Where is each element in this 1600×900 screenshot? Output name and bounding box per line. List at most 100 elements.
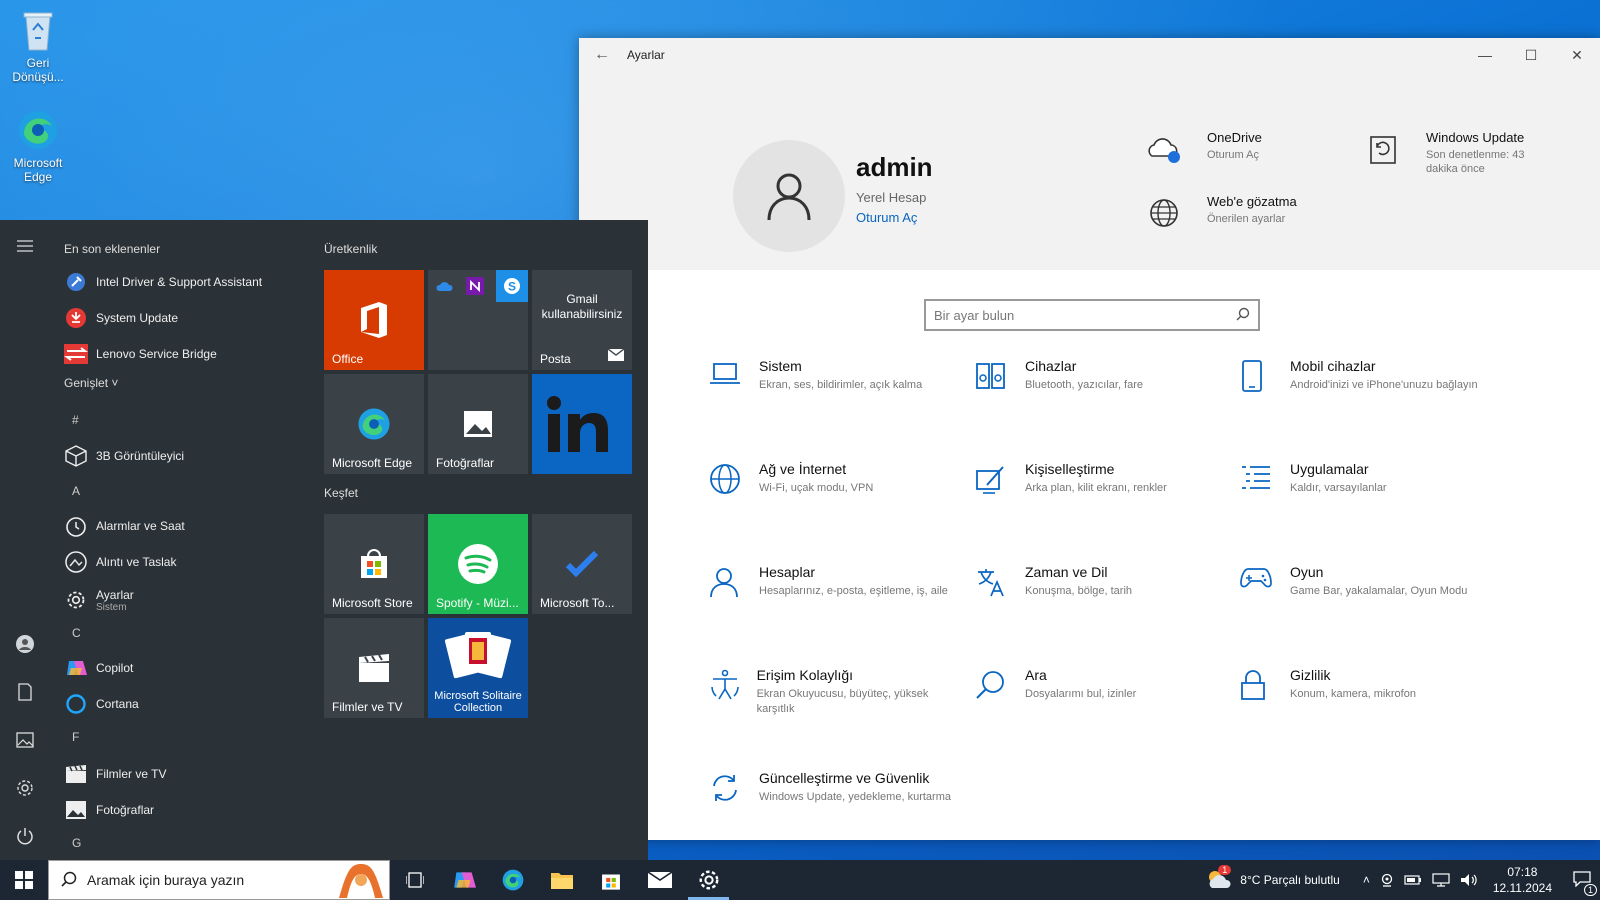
clock-date: 12.11.2024 <box>1492 881 1552 895</box>
clock[interactable]: 07:18 12.11.2024 <box>1493 864 1552 896</box>
task-view-button[interactable] <box>390 860 439 900</box>
letter-header[interactable]: # <box>72 413 79 427</box>
settings-search-placeholder: Bir ayar bulun <box>934 307 1015 323</box>
taskbar-file-explorer[interactable] <box>537 860 586 900</box>
tile-microsoft-edge[interactable]: Microsoft Edge <box>324 374 424 474</box>
notification-center-button[interactable]: 1 <box>1564 860 1600 900</box>
category-title: Güncelleştirme ve Güvenlik <box>759 770 930 786</box>
windows-update-icon <box>1364 130 1402 168</box>
start-button[interactable] <box>0 860 48 900</box>
app-lenovo-service-bridge[interactable]: Lenovo Service Bridge <box>64 338 217 370</box>
close-button[interactable]: ✕ <box>1554 38 1600 72</box>
category-sub: Konuşma, bölge, tarih <box>1025 585 1133 597</box>
tile-label: Filmler ve TV <box>332 700 403 714</box>
weather-widget[interactable]: 1 8°C Parçalı bulutlu <box>1206 864 1340 892</box>
tile-linkedin[interactable] <box>532 374 632 474</box>
tile-solitaire[interactable]: Microsoft Solitaire Collection <box>428 618 528 718</box>
category-sub: Kaldır, varsayılanlar <box>1290 482 1387 494</box>
recycle-bin-desktop-icon[interactable]: Geri Dönüşü... <box>6 8 70 84</box>
app-intel-dsa[interactable]: Intel Driver & Support Assistant <box>64 266 262 298</box>
cube-icon <box>64 444 88 468</box>
letter-header[interactable]: G <box>72 836 81 850</box>
app-3d-viewer[interactable]: 3B Görüntüleyici <box>64 440 184 472</box>
category-mobile[interactable]: Mobil cihazlar Android'inizi ve iPhone'un… <box>1240 358 1490 398</box>
taskbar-copilot[interactable] <box>439 860 488 900</box>
taskbar-edge[interactable] <box>488 860 537 900</box>
tile-mail[interactable]: Gmail kullanabilirsiniz Posta <box>532 270 632 370</box>
chevron-up-icon[interactable]: ˄ <box>1363 873 1370 887</box>
minimize-button[interactable]: — <box>1462 38 1508 72</box>
app-settings[interactable]: Ayarlar Sistem <box>64 580 134 620</box>
category-search[interactable]: Ara Dosyalarımı bul, izinler <box>975 667 1225 707</box>
category-privacy[interactable]: Gizlilik Konum, kamera, mikrofon <box>1240 667 1490 707</box>
account-icon[interactable] <box>13 632 37 656</box>
store-bag-icon <box>601 874 620 890</box>
category-accounts[interactable]: Hesaplar Hesaplarınız, e-posta, eşitleme,… <box>709 564 959 604</box>
pictures-icon[interactable] <box>13 728 37 752</box>
accessibility-icon <box>709 667 757 707</box>
maximize-button[interactable]: ☐ <box>1508 38 1554 72</box>
system-update-icon <box>64 306 88 330</box>
category-time-language[interactable]: Zaman ve Dil Konuşma, bölge, tarih <box>975 564 1225 604</box>
app-photos[interactable]: Fotoğraflar <box>64 794 154 826</box>
tile-office-apps-folder[interactable]: S <box>428 270 528 370</box>
app-system-update[interactable]: System Update <box>64 302 178 334</box>
network-icon[interactable] <box>1432 873 1450 887</box>
tile-photos[interactable]: Fotoğraflar <box>428 374 528 474</box>
edge-icon <box>16 108 60 152</box>
letter-header[interactable]: F <box>72 730 79 744</box>
webcam-icon[interactable] <box>1380 873 1394 887</box>
category-sub: Ekran Okuyucusu, büyüteç, yüksek karşıtl… <box>756 688 929 715</box>
category-title: Kişiselleştirme <box>1025 461 1115 477</box>
expand-link[interactable]: Genişlet ˅ <box>64 376 118 390</box>
category-apps[interactable]: Uygulamalar Kaldır, varsayılanlar <box>1240 461 1490 501</box>
windows-update-quick-link[interactable]: Windows Update Son denetlenme: 43 dakika … <box>1364 130 1546 176</box>
apps-list-icon <box>1240 461 1290 501</box>
tile-microsoft-store[interactable]: Microsoft Store <box>324 514 424 614</box>
sign-in-link[interactable]: Oturum Aç <box>856 210 917 225</box>
hamburger-menu-icon[interactable] <box>13 234 37 258</box>
task-view-icon <box>405 872 424 888</box>
taskbar-store[interactable] <box>586 860 635 900</box>
letter-header[interactable]: C <box>72 626 81 640</box>
tile-microsoft-todo[interactable]: Microsoft To... <box>532 514 632 614</box>
power-icon[interactable] <box>13 824 37 848</box>
taskbar-search-input[interactable]: Aramak için buraya yazın <box>48 860 390 900</box>
app-snip-sketch[interactable]: Alıntı ve Taslak <box>64 546 176 578</box>
category-title: Gizlilik <box>1290 667 1331 683</box>
tile-movies-tv[interactable]: Filmler ve TV <box>324 618 424 718</box>
category-title: Mobil cihazlar <box>1290 358 1376 374</box>
web-browsing-quick-link[interactable]: Web'e gözatma Önerilen ayarlar <box>1145 194 1327 232</box>
app-cortana[interactable]: Cortana <box>64 688 139 720</box>
category-title: Sistem <box>759 358 802 374</box>
edge-icon <box>502 869 523 891</box>
category-personalization[interactable]: Kişiselleştirme Arka plan, kilit ekranı, … <box>975 461 1225 501</box>
category-devices[interactable]: Cihazlar Bluetooth, yazıcılar, fare <box>975 358 1225 398</box>
edge-desktop-icon[interactable]: Microsoft Edge <box>6 108 70 184</box>
cortana-ring-icon <box>64 692 88 716</box>
settings-search-input[interactable]: Bir ayar bulun <box>924 299 1260 331</box>
category-sub: Konum, kamera, mikrofon <box>1290 688 1416 700</box>
category-gaming[interactable]: Oyun Game Bar, yakalamalar, Oyun Modu <box>1240 564 1490 604</box>
battery-icon[interactable] <box>1404 874 1422 886</box>
volume-icon[interactable] <box>1460 873 1478 887</box>
onedrive-quick-link[interactable]: OneDrive Oturum Aç <box>1145 130 1327 168</box>
category-update-security[interactable]: Güncelleştirme ve Güvenlik Windows Update… <box>709 770 959 810</box>
back-arrow-icon[interactable]: ← <box>579 46 625 64</box>
category-system[interactable]: Sistem Ekran, ses, bildirimler, açık kalm… <box>709 358 959 398</box>
taskbar-settings[interactable] <box>684 860 733 900</box>
taskbar-mail[interactable] <box>635 860 684 900</box>
settings-gear-icon[interactable] <box>13 776 37 800</box>
document-icon[interactable] <box>13 680 37 704</box>
category-sub: Game Bar, yakalamalar, Oyun Modu <box>1290 585 1468 597</box>
app-copilot[interactable]: Copilot <box>64 652 133 684</box>
app-movies-tv[interactable]: Filmler ve TV <box>64 758 166 790</box>
app-alarms-clock[interactable]: Alarmlar ve Saat <box>64 510 185 542</box>
category-accessibility[interactable]: Erişim Kolaylığı Ekran Okuyucusu, büyüteç… <box>709 667 959 717</box>
phone-icon <box>1240 358 1290 398</box>
letter-header[interactable]: A <box>72 484 80 498</box>
category-network[interactable]: Ağ ve İnternet Wi-Fi, uçak modu, VPN <box>709 461 959 501</box>
tile-office[interactable]: Office <box>324 270 424 370</box>
tile-spotify[interactable]: Spotify - Müzi... <box>428 514 528 614</box>
clock-time: 07:18 <box>1507 865 1538 879</box>
